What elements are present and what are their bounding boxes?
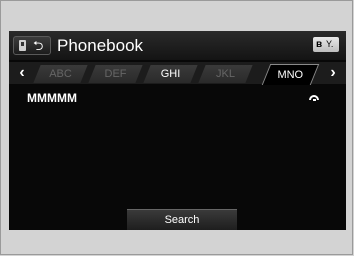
tab-label: GHI bbox=[160, 68, 181, 80]
phone-handset-icon bbox=[309, 95, 319, 101]
page-frame: ⮌ Phonebook ʙ Y. ‹ ABC DEF GHI JKL MNO ›… bbox=[0, 0, 353, 255]
search-button[interactable]: Search bbox=[127, 209, 237, 230]
display-screen: ⮌ Phonebook ʙ Y. ‹ ABC DEF GHI JKL MNO ›… bbox=[9, 31, 346, 230]
tab-label: ABC bbox=[49, 68, 72, 80]
tab-ghi[interactable]: GHI bbox=[143, 65, 198, 83]
next-tab-arrow[interactable]: › bbox=[323, 62, 343, 84]
tab-mno[interactable]: MNO bbox=[261, 64, 320, 85]
tab-abc[interactable]: ABC bbox=[33, 65, 88, 83]
alphabet-tabs: ‹ ABC DEF GHI JKL MNO › bbox=[9, 62, 346, 85]
tab-label: JKL bbox=[216, 68, 235, 80]
tab-def[interactable]: DEF bbox=[88, 65, 143, 83]
phone-icon bbox=[19, 40, 26, 51]
contact-row[interactable]: MMMMM bbox=[13, 88, 331, 108]
tab-label: MNO bbox=[277, 69, 304, 81]
signal-icon: Y. bbox=[326, 39, 334, 49]
back-button[interactable]: ⮌ bbox=[13, 36, 51, 55]
page-title: Phonebook bbox=[57, 36, 144, 55]
tab-label: DEF bbox=[104, 68, 127, 80]
connection-status: ʙ Y. bbox=[313, 37, 339, 52]
tab-jkl[interactable]: JKL bbox=[198, 65, 253, 83]
prev-tab-arrow[interactable]: ‹ bbox=[12, 62, 32, 84]
header-bar: ⮌ Phonebook ʙ Y. bbox=[9, 31, 346, 60]
contact-name: MMMMM bbox=[27, 91, 77, 105]
bluetooth-icon: ʙ bbox=[316, 39, 323, 50]
back-arrow-icon: ⮌ bbox=[33, 38, 44, 53]
